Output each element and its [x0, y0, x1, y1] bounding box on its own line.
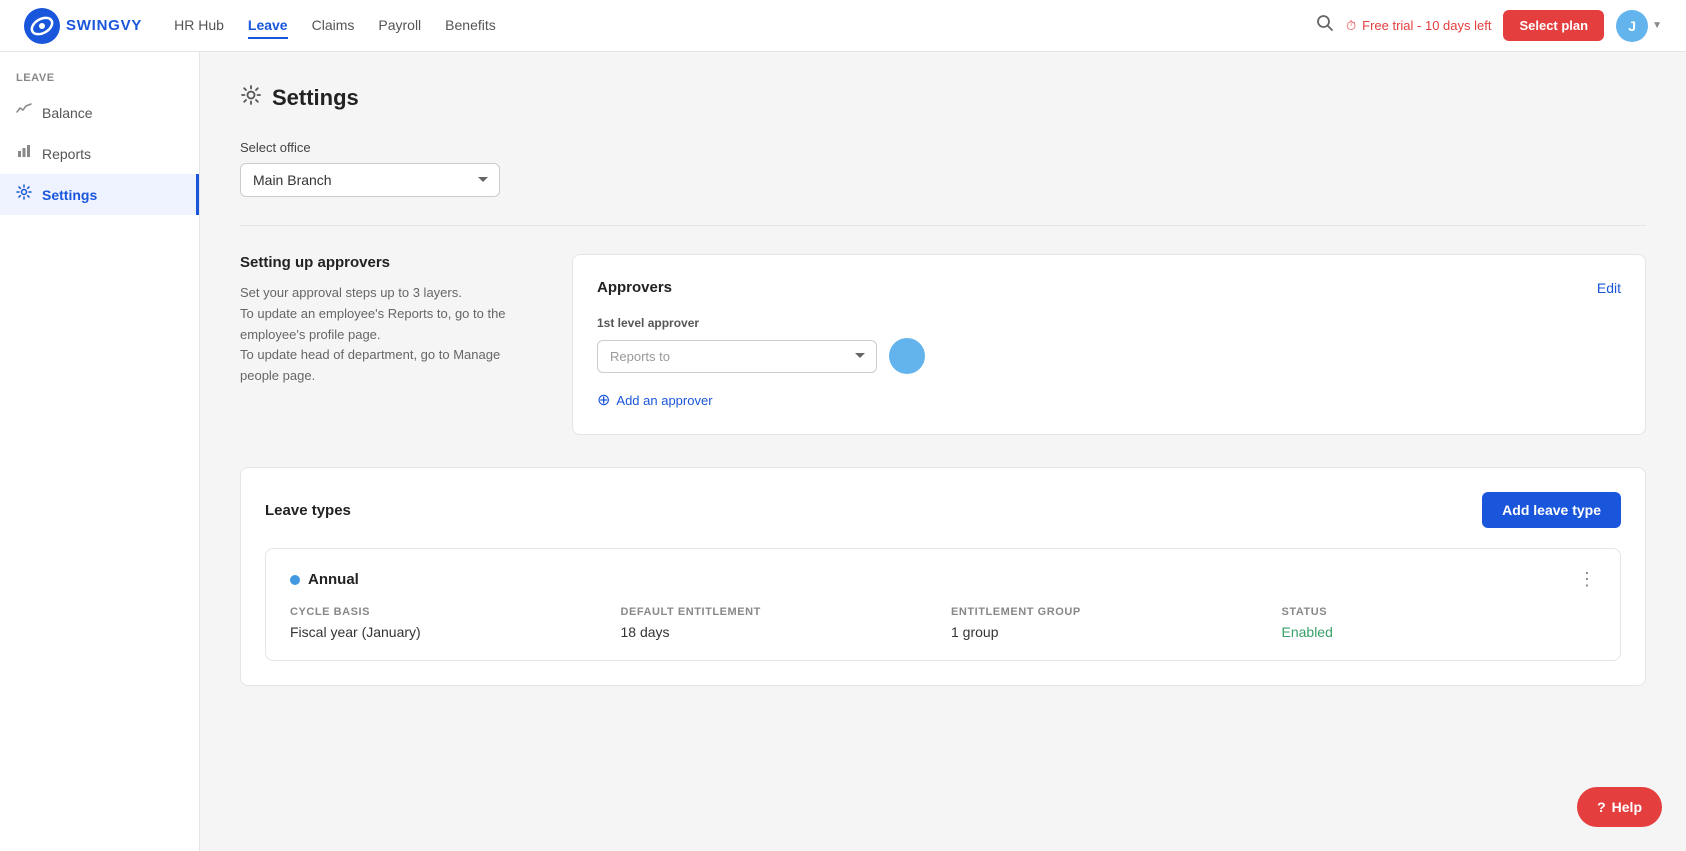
- main-content: Settings Select office Main Branch Setti…: [200, 52, 1686, 851]
- approvers-card: Approvers Edit 1st level approver Report…: [572, 254, 1646, 435]
- leave-types-title: Leave types: [265, 502, 351, 519]
- sidebar-item-reports-label: Reports: [42, 146, 91, 162]
- user-menu[interactable]: J ▼: [1616, 10, 1662, 42]
- approvers-card-header: Approvers Edit: [597, 279, 1621, 296]
- leave-types-section: Leave types Add leave type Annual ⋮ CYCL…: [240, 467, 1646, 686]
- settings-icon: [16, 184, 32, 205]
- approver-level-label: 1st level approver: [597, 316, 1621, 330]
- logo-text: SWINGVY: [66, 17, 142, 34]
- approvers-description-text: Set your approval steps up to 3 layers. …: [240, 283, 540, 387]
- approver-avatar: [889, 338, 925, 374]
- topnav: SWINGVY HR Hub Leave Claims Payroll Bene…: [0, 0, 1686, 52]
- sidebar: LEAVE Balance Reports Settings: [0, 52, 200, 851]
- sidebar-item-balance-label: Balance: [42, 105, 93, 121]
- nav-payroll[interactable]: Payroll: [378, 13, 421, 39]
- page-title: Settings: [272, 85, 359, 111]
- leave-type-item-annual: Annual ⋮ CYCLE BASIS Fiscal year (Januar…: [265, 548, 1621, 661]
- sidebar-item-reports[interactable]: Reports: [0, 133, 199, 174]
- approvers-section: Setting up approvers Set your approval s…: [240, 254, 1646, 435]
- select-plan-button[interactable]: Select plan: [1503, 10, 1604, 41]
- add-approver-button[interactable]: ⊕ Add an approver: [597, 390, 713, 410]
- help-icon: ?: [1597, 799, 1606, 815]
- logo[interactable]: SWINGVY: [24, 8, 142, 44]
- sidebar-item-settings[interactable]: Settings: [0, 174, 199, 215]
- approvers-description: Setting up approvers Set your approval s…: [240, 254, 540, 387]
- approvers-card-title: Approvers: [597, 279, 672, 296]
- leave-type-menu-icon[interactable]: ⋮: [1578, 569, 1596, 590]
- leave-item-header: Annual ⋮: [290, 569, 1596, 590]
- leave-type-dot: [290, 575, 300, 585]
- help-button[interactable]: ? Help: [1577, 787, 1662, 827]
- section-divider-1: [240, 225, 1646, 226]
- office-select[interactable]: Main Branch: [240, 163, 500, 197]
- sidebar-item-settings-label: Settings: [42, 187, 97, 203]
- leave-details: CYCLE BASIS Fiscal year (January) DEFAUL…: [290, 606, 1596, 640]
- nav-links: HR Hub Leave Claims Payroll Benefits: [174, 13, 1316, 39]
- cycle-basis-col: CYCLE BASIS Fiscal year (January): [290, 606, 605, 640]
- default-entitlement-value: 18 days: [621, 624, 936, 640]
- page-settings-icon: [240, 84, 262, 112]
- nav-claims[interactable]: Claims: [312, 13, 355, 39]
- free-trial-text: Free trial - 10 days left: [1362, 18, 1491, 33]
- nav-benefits[interactable]: Benefits: [445, 13, 496, 39]
- sidebar-item-balance[interactable]: Balance: [0, 92, 199, 133]
- status-col: STATUS Enabled: [1282, 606, 1597, 640]
- leave-type-name: Annual: [308, 571, 359, 588]
- entitlement-group-col: ENTITLEMENT GROUP 1 group: [951, 606, 1266, 640]
- select-office-label: Select office: [240, 140, 1646, 155]
- plus-icon: ⊕: [597, 390, 610, 410]
- nav-hr-hub[interactable]: HR Hub: [174, 13, 224, 39]
- page-title-row: Settings: [240, 84, 1646, 112]
- nav-right: ⏱ Free trial - 10 days left Select plan …: [1316, 10, 1662, 42]
- reports-icon: [16, 143, 32, 164]
- status-label: STATUS: [1282, 606, 1597, 618]
- cycle-basis-label: CYCLE BASIS: [290, 606, 605, 618]
- approvers-description-title: Setting up approvers: [240, 254, 540, 271]
- chevron-down-icon: ▼: [1652, 20, 1662, 31]
- cycle-basis-value: Fiscal year (January): [290, 624, 605, 640]
- edit-approvers-link[interactable]: Edit: [1597, 280, 1621, 296]
- search-icon[interactable]: [1316, 14, 1334, 37]
- default-entitlement-col: DEFAULT ENTITLEMENT 18 days: [621, 606, 936, 640]
- approver-select[interactable]: Reports to: [597, 340, 877, 373]
- help-label: Help: [1612, 799, 1642, 815]
- leave-types-header: Leave types Add leave type: [265, 492, 1621, 528]
- free-trial-badge: ⏱ Free trial - 10 days left: [1346, 18, 1491, 34]
- avatar[interactable]: J: [1616, 10, 1648, 42]
- sidebar-section-label: LEAVE: [0, 72, 199, 92]
- entitlement-group-label: ENTITLEMENT GROUP: [951, 606, 1266, 618]
- add-leave-type-button[interactable]: Add leave type: [1482, 492, 1621, 528]
- default-entitlement-label: DEFAULT ENTITLEMENT: [621, 606, 936, 618]
- approver-row: Reports to: [597, 338, 1621, 374]
- status-badge: Enabled: [1282, 624, 1597, 640]
- layout: LEAVE Balance Reports Settings Se: [0, 52, 1686, 851]
- select-office-section: Select office Main Branch: [240, 140, 1646, 197]
- balance-icon: [16, 102, 32, 123]
- add-approver-label: Add an approver: [616, 393, 712, 408]
- entitlement-group-value: 1 group: [951, 624, 1266, 640]
- leave-item-name: Annual: [290, 571, 359, 588]
- free-trial-icon: ⏱: [1346, 18, 1356, 34]
- nav-leave[interactable]: Leave: [248, 13, 288, 39]
